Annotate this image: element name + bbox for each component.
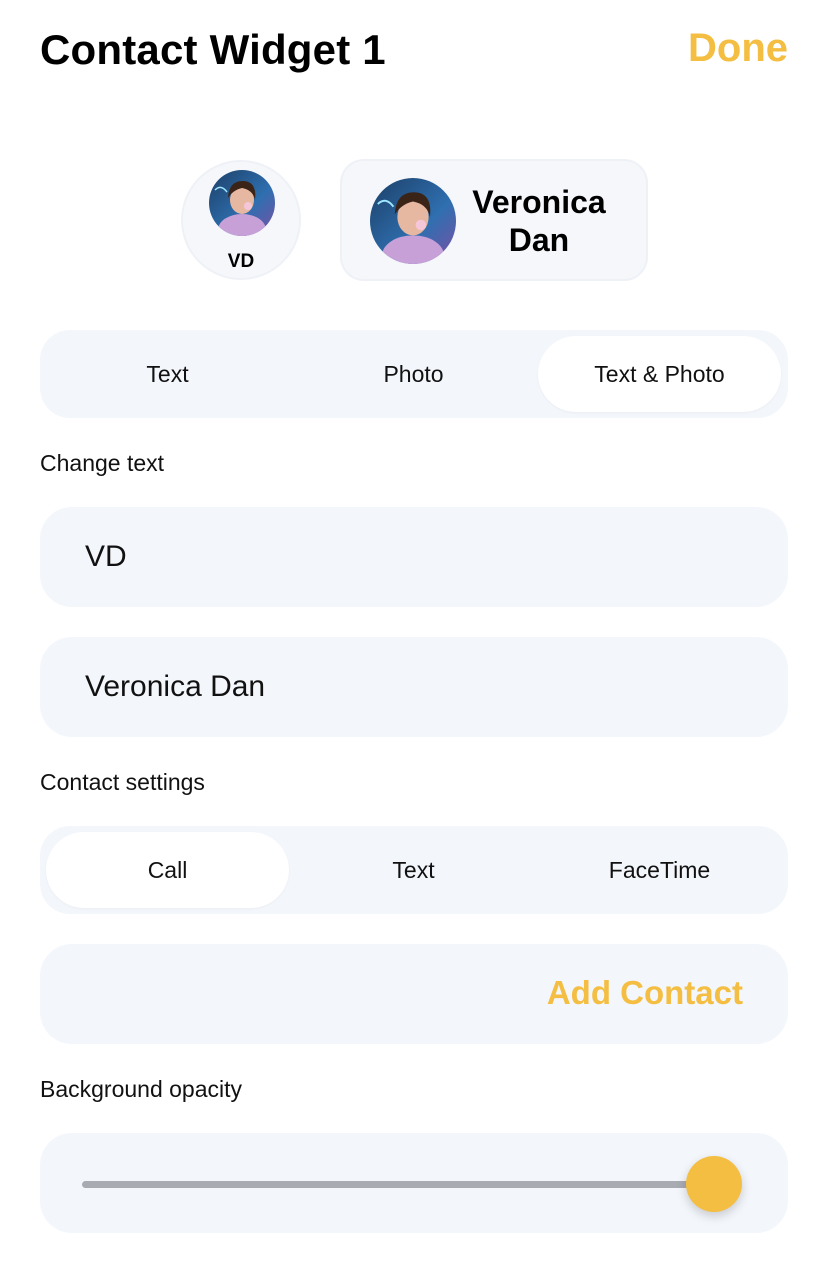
contact-settings-label: Contact settings: [40, 769, 205, 795]
display-mode-text[interactable]: Text: [46, 336, 289, 412]
contact-avatar: [370, 178, 456, 264]
full-name-field[interactable]: Veronica Dan: [40, 637, 788, 737]
contact-action-segmented-control: Call Text FaceTime: [40, 826, 788, 914]
action-facetime[interactable]: FaceTime: [538, 832, 781, 908]
action-text[interactable]: Text: [292, 832, 535, 908]
header: Contact Widget 1 Done: [40, 26, 788, 78]
contact-avatar: [209, 170, 275, 236]
action-call[interactable]: Call: [46, 832, 289, 908]
opacity-slider-track[interactable]: [82, 1181, 740, 1188]
display-mode-segmented-control: Text Photo Text & Photo: [40, 330, 788, 418]
display-mode-photo[interactable]: Photo: [292, 336, 535, 412]
page-title: Contact Widget 1: [40, 26, 386, 73]
medium-widget-preview: Veronica Dan: [340, 159, 648, 281]
small-widget-preview: VD: [181, 160, 301, 280]
change-text-label: Change text: [40, 450, 165, 476]
preview-initials: VD: [227, 251, 255, 272]
short-text-field[interactable]: VD: [40, 507, 788, 607]
display-mode-text-and-photo[interactable]: Text & Photo: [538, 336, 781, 412]
background-opacity-label: Background opacity: [40, 1076, 243, 1102]
done-button[interactable]: Done: [688, 26, 788, 71]
add-contact-label: Add Contact: [546, 974, 743, 1011]
opacity-slider: [40, 1133, 788, 1233]
preview-name: Veronica Dan: [470, 183, 608, 259]
opacity-slider-thumb[interactable]: [685, 1156, 742, 1212]
preview-name-line2: Dan: [508, 222, 570, 258]
preview-name-line1: Veronica: [472, 184, 606, 220]
add-contact-button[interactable]: Add Contact: [40, 944, 788, 1044]
